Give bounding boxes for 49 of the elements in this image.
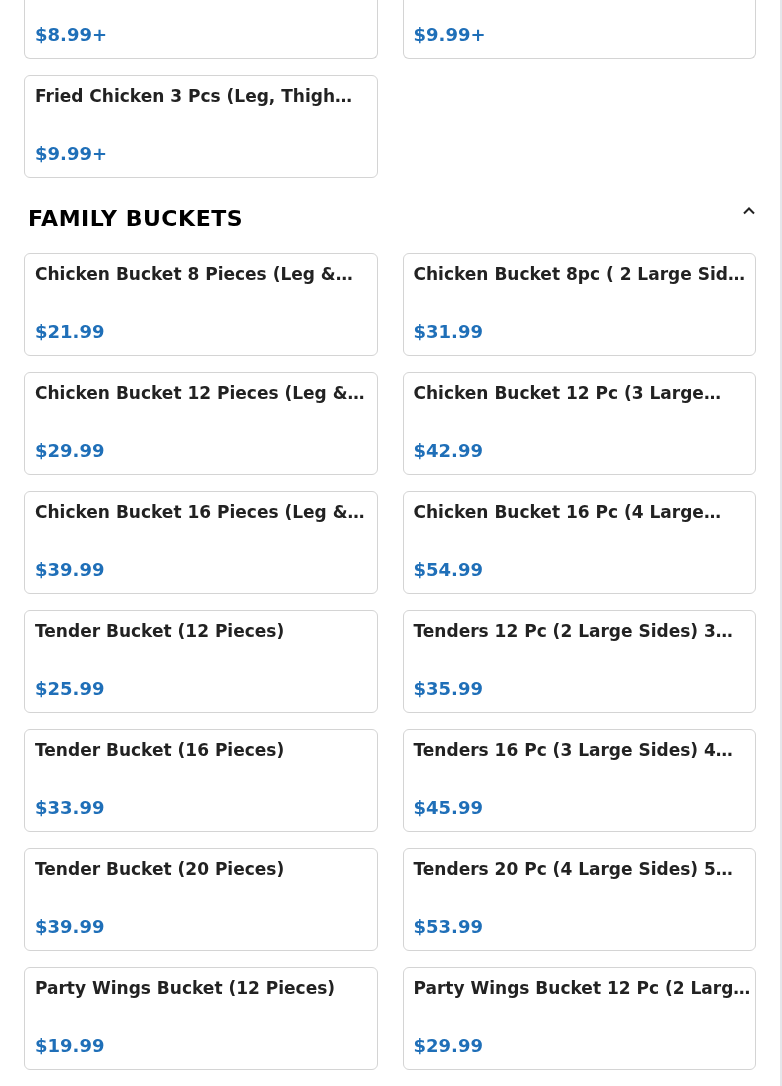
item-name: Chicken Bucket 16 Pieces (Leg &… (35, 501, 366, 524)
item-price: $39.99 (35, 558, 106, 582)
item-price: $35.99 (413, 677, 484, 701)
menu-item-card[interactable]: Chicken Bucket 12 Pc (3 Large… $42.99 (402, 372, 756, 475)
item-name: Tender Bucket (16 Pieces) (35, 739, 286, 762)
menu-item-card[interactable]: Tender Bucket (20 Pieces) $39.99 (24, 848, 378, 951)
item-price: $33.99 (35, 796, 106, 820)
menu-item-card[interactable]: Party Wings Bucket (12 Pieces) $19.99 (24, 967, 378, 1070)
item-price: $29.99 (413, 1034, 484, 1058)
item-name: Chicken Bucket 8 Pieces (Leg &… (35, 263, 354, 286)
item-name: Tenders 16 Pc (3 Large Sides) 4… (413, 739, 734, 762)
menu-item-card[interactable]: Chicken Bucket 8 Pieces (Leg &… $21.99 (24, 253, 378, 356)
item-name: Party Wings Bucket (12 Pieces) (35, 977, 337, 1000)
menu-item-card[interactable]: Fried Chicken 3 Pcs (Leg, Thigh… $9.99+ (24, 75, 378, 178)
item-name: Chicken Bucket 16 Pc (4 Large… (413, 501, 722, 524)
menu-item-card[interactable]: $9.99+ (402, 0, 756, 59)
item-name: Chicken Bucket 12 Pc (3 Large… (413, 382, 722, 405)
menu-item-card[interactable]: Tenders 20 Pc (4 Large Sides) 5… $53.99 (402, 848, 756, 951)
item-price: $42.99 (413, 439, 484, 463)
item-price: $8.99+ (35, 23, 109, 47)
item-price: $39.99 (35, 915, 106, 939)
item-price: $25.99 (35, 677, 106, 701)
menu-item-card[interactable]: Chicken Bucket 16 Pieces (Leg &… $39.99 (24, 491, 378, 594)
item-name: Tenders 20 Pc (4 Large Sides) 5… (413, 858, 734, 881)
item-price: $21.99 (35, 320, 106, 344)
item-price: $9.99+ (413, 23, 487, 47)
item-price: $19.99 (35, 1034, 106, 1058)
menu-item-card[interactable]: Chicken Bucket 16 Pc (4 Large… $54.99 (402, 491, 756, 594)
item-price: $31.99 (413, 320, 484, 344)
item-price: $53.99 (413, 915, 484, 939)
item-name: Tenders 12 Pc (2 Large Sides) 3… (413, 620, 734, 643)
item-name: Tender Bucket (20 Pieces) (35, 858, 286, 881)
menu-item-card[interactable]: Tender Bucket (16 Pieces) $33.99 (24, 729, 378, 832)
item-name: Chicken Bucket 12 Pieces (Leg &… (35, 382, 366, 405)
item-name: Fried Chicken 3 Pcs (Leg, Thigh… (35, 85, 354, 108)
menu-item-card[interactable]: Chicken Bucket 12 Pieces (Leg &… $29.99 (24, 372, 378, 475)
menu-item-card[interactable]: Tenders 16 Pc (3 Large Sides) 4… $45.99 (402, 729, 756, 832)
item-name: Chicken Bucket 8pc ( 2 Large Sid… (413, 263, 745, 286)
menu-item-card[interactable]: Tender Bucket (12 Pieces) $25.99 (24, 610, 378, 713)
menu-item-card[interactable]: Party Wings Bucket 12 Pc (2 Larg… $29.99 (402, 967, 756, 1070)
item-price: $45.99 (413, 796, 484, 820)
menu-item-card[interactable]: Tenders 12 Pc (2 Large Sides) 3… $35.99 (402, 610, 756, 713)
item-price: $29.99 (35, 439, 106, 463)
menu-item-card[interactable]: $8.99+ (24, 0, 378, 59)
item-price: $54.99 (413, 558, 484, 582)
menu-item-card[interactable]: Chicken Bucket 8pc ( 2 Large Sid… $31.99 (402, 253, 756, 356)
item-price: $9.99+ (35, 142, 109, 166)
section-title: FAMILY BUCKETS (28, 205, 244, 233)
item-name: Tender Bucket (12 Pieces) (35, 620, 286, 643)
